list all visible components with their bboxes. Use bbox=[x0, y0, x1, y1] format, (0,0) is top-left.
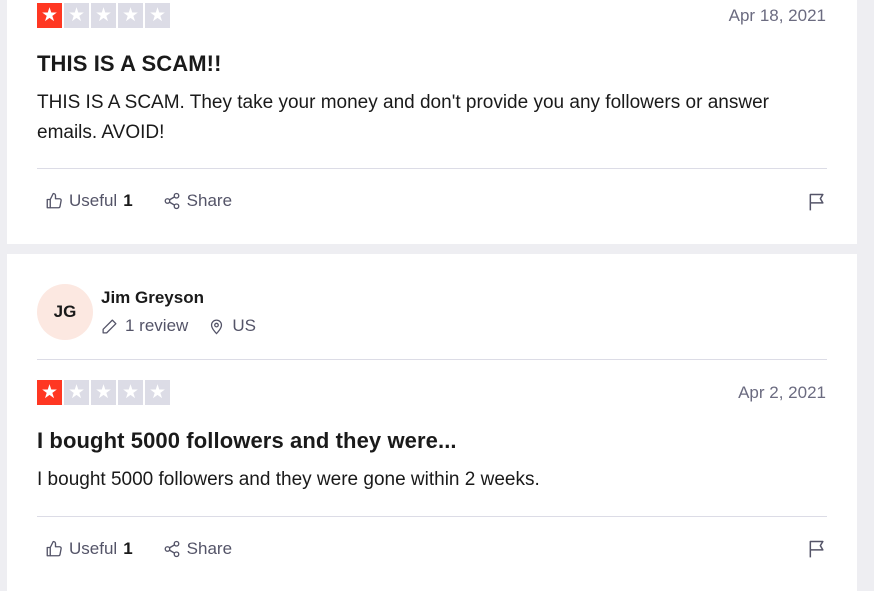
pencil-icon bbox=[102, 318, 117, 334]
star-icon: ★ bbox=[118, 380, 143, 405]
divider bbox=[37, 516, 827, 517]
divider bbox=[37, 168, 827, 169]
review-body: THIS IS A SCAM. They take your money and… bbox=[37, 92, 769, 143]
star-icon: ★ bbox=[118, 3, 143, 28]
review-date: Apr 18, 2021 bbox=[728, 6, 826, 25]
review-card: JG Jim Greyson 1 review US ★ ★ ★ ★ ★ Apr… bbox=[7, 254, 857, 591]
review-title[interactable]: THIS IS A SCAM!! bbox=[37, 51, 222, 77]
star-rating: ★ ★ ★ ★ ★ bbox=[37, 3, 170, 28]
useful-button[interactable]: Useful 1 bbox=[45, 191, 133, 211]
review-count: 1 review bbox=[101, 316, 188, 336]
useful-count: 1 bbox=[123, 539, 133, 558]
star-icon: ★ bbox=[37, 3, 62, 28]
report-flag-button[interactable] bbox=[807, 192, 827, 217]
share-label: Share bbox=[186, 191, 233, 210]
star-icon: ★ bbox=[64, 3, 89, 28]
review-count-label: 1 review bbox=[125, 316, 189, 335]
useful-count: 1 bbox=[123, 191, 133, 210]
reviewer-name[interactable]: Jim Greyson bbox=[101, 288, 204, 308]
thumbs-up-icon bbox=[46, 192, 62, 209]
review-actions: Useful 1 Share bbox=[45, 191, 262, 211]
star-icon: ★ bbox=[91, 3, 116, 28]
review-title[interactable]: I bought 5000 followers and they were... bbox=[37, 428, 457, 454]
star-icon: ★ bbox=[91, 380, 116, 405]
share-button[interactable]: Share bbox=[163, 539, 232, 559]
country-label: US bbox=[232, 316, 256, 335]
reviewer-location: US bbox=[208, 316, 256, 336]
share-button[interactable]: Share bbox=[163, 191, 232, 211]
useful-button[interactable]: Useful 1 bbox=[45, 539, 133, 559]
review-card: ★ ★ ★ ★ ★ Apr 18, 2021 THIS IS A SCAM!! … bbox=[7, 0, 857, 244]
star-rating: ★ ★ ★ ★ ★ bbox=[37, 380, 170, 405]
avatar[interactable]: JG bbox=[37, 284, 93, 340]
star-icon: ★ bbox=[64, 380, 89, 405]
review-actions: Useful 1 Share bbox=[45, 539, 262, 559]
share-icon bbox=[164, 540, 180, 558]
review-body: I bought 5000 followers and they were go… bbox=[37, 469, 540, 490]
share-label: Share bbox=[186, 539, 233, 558]
useful-label: Useful bbox=[69, 191, 118, 210]
star-icon: ★ bbox=[145, 3, 170, 28]
flag-icon bbox=[809, 540, 824, 558]
star-icon: ★ bbox=[37, 380, 62, 405]
flag-icon bbox=[809, 193, 824, 211]
reviewer-meta: 1 review US bbox=[101, 316, 276, 336]
divider bbox=[37, 359, 827, 360]
thumbs-up-icon bbox=[46, 540, 62, 557]
location-pin-icon bbox=[211, 319, 223, 334]
useful-label: Useful bbox=[69, 539, 118, 558]
share-icon bbox=[164, 192, 180, 210]
star-icon: ★ bbox=[145, 380, 170, 405]
review-date: Apr 2, 2021 bbox=[738, 383, 826, 402]
report-flag-button[interactable] bbox=[807, 539, 827, 564]
